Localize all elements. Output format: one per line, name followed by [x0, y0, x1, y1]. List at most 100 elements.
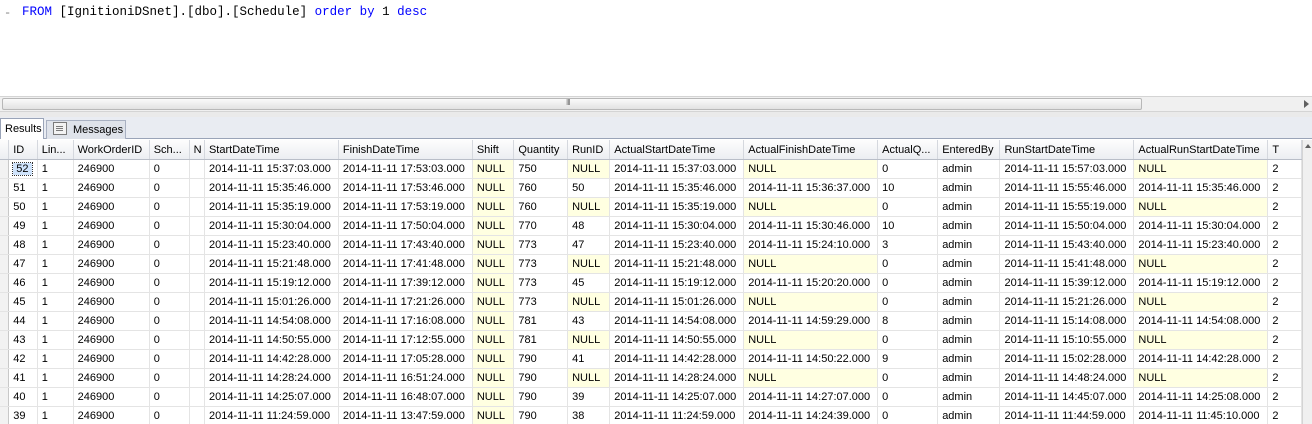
table-row[interactable]: 42 1 246900 0 2014-11-11 14:42:28.000 2014-11…	[0, 349, 1302, 369]
table-cell[interactable]: 781	[513, 311, 569, 331]
table-cell[interactable]: 246900	[73, 216, 150, 236]
row-selector[interactable]	[0, 197, 10, 217]
table-cell[interactable]: 790	[513, 349, 569, 369]
table-cell[interactable]: 2014-11-11 11:24:59.000	[204, 406, 339, 424]
table-cell[interactable]: 44	[8, 311, 38, 331]
table-cell[interactable]: 1	[37, 216, 74, 236]
table-row[interactable]: 43 1 246900 0 2014-11-11 14:50:55.000 2014-11…	[0, 330, 1302, 350]
table-cell[interactable]: 246900	[73, 197, 150, 217]
table-row[interactable]: 39 1 246900 0 2014-11-11 11:24:59.000 2014-11…	[0, 406, 1302, 424]
table-cell[interactable]: 2014-11-11 15:50:04.000	[999, 216, 1135, 236]
table-cell[interactable]: 2014-11-11 14:25:08.000	[1133, 387, 1269, 407]
table-cell[interactable]: 0	[149, 349, 190, 369]
table-row[interactable]: 47 1 246900 0 2014-11-11 15:21:48.000 2014-11…	[0, 254, 1302, 274]
column-header[interactable]: RunStartDateTime	[999, 140, 1135, 160]
table-cell[interactable]: 1	[37, 368, 74, 388]
table-cell[interactable]: NULL	[567, 330, 611, 350]
table-cell[interactable]: 2014-11-11 11:44:59.000	[999, 406, 1135, 424]
table-cell[interactable]: 2	[1267, 216, 1302, 236]
table-row[interactable]: 40 1 246900 0 2014-11-11 14:25:07.000 2014-11…	[0, 387, 1302, 407]
table-cell[interactable]: 3	[877, 235, 939, 255]
table-cell[interactable]: 246900	[73, 387, 150, 407]
table-cell[interactable]: 246900	[73, 349, 150, 369]
table-cell[interactable]: 2014-11-11 16:51:24.000	[338, 368, 473, 388]
column-header[interactable]: WorkOrderID	[73, 140, 150, 160]
results-grid[interactable]: ID Lin... WorkOrderID Sch... N StartDateTime F…	[0, 140, 1302, 424]
table-cell[interactable]: NULL	[472, 311, 515, 331]
row-selector[interactable]	[0, 159, 10, 179]
table-cell[interactable]: 2014-11-11 15:55:46.000	[999, 178, 1135, 198]
table-cell[interactable]: 2	[1267, 292, 1302, 312]
table-cell[interactable]: 773	[513, 292, 569, 312]
table-cell[interactable]: 2014-11-11 15:19:12.000	[1133, 273, 1269, 293]
table-cell[interactable]: 0	[149, 216, 190, 236]
table-cell[interactable]: admin	[937, 159, 1001, 179]
table-cell[interactable]: 43	[567, 311, 611, 331]
table-cell[interactable]: admin	[937, 387, 1001, 407]
table-cell[interactable]: 1	[37, 330, 74, 350]
table-cell[interactable]: admin	[937, 349, 1001, 369]
query-text-line[interactable]: FROM [IgnitioniDSnet].[dbo].[Schedule] o…	[22, 5, 427, 19]
table-cell[interactable]: 246900	[73, 292, 150, 312]
table-cell[interactable]: 2014-11-11 14:50:55.000	[609, 330, 745, 350]
table-cell[interactable]: 47	[8, 254, 38, 274]
table-cell[interactable]: 1	[37, 387, 74, 407]
tab-messages[interactable]: Messages	[46, 120, 126, 139]
table-cell[interactable]: 0	[149, 273, 190, 293]
row-selector[interactable]	[0, 406, 10, 424]
table-cell[interactable]: 2014-11-11 16:48:07.000	[338, 387, 473, 407]
query-editor[interactable]: - FROM [IgnitioniDSnet].[dbo].[Schedule]…	[0, 0, 1312, 96]
column-header[interactable]: StartDateTime	[204, 140, 339, 160]
table-cell[interactable]: 750	[513, 159, 569, 179]
table-cell[interactable]: 2014-11-11 15:37:03.000	[204, 159, 339, 179]
table-cell[interactable]: 2014-11-11 15:01:26.000	[609, 292, 745, 312]
column-header[interactable]: Shift	[472, 140, 515, 160]
table-cell[interactable]: 38	[567, 406, 611, 424]
table-cell[interactable]: 2014-11-11 15:01:26.000	[204, 292, 339, 312]
table-row[interactable]: 49 1 246900 0 2014-11-11 15:30:04.000 2014-11…	[0, 216, 1302, 236]
table-cell[interactable]: 2014-11-11 13:47:59.000	[338, 406, 473, 424]
table-cell[interactable]: 1	[37, 197, 74, 217]
table-cell[interactable]: 2014-11-11 17:16:08.000	[338, 311, 473, 331]
table-cell[interactable]: 39	[567, 387, 611, 407]
table-cell[interactable]: NULL	[1133, 254, 1269, 274]
table-cell[interactable]: 0	[149, 178, 190, 198]
row-selector[interactable]	[0, 235, 10, 255]
table-cell[interactable]: 1	[37, 159, 74, 179]
table-cell[interactable]: NULL	[472, 254, 515, 274]
table-cell[interactable]: 50	[8, 197, 38, 217]
table-cell[interactable]: 0	[877, 197, 939, 217]
scroll-right-arrow-icon[interactable]	[1304, 100, 1309, 108]
table-cell[interactable]: 43	[8, 330, 38, 350]
table-cell[interactable]: 41	[567, 349, 611, 369]
row-selector[interactable]	[0, 216, 10, 236]
table-cell[interactable]: 2014-11-11 15:30:46.000	[743, 216, 879, 236]
table-cell[interactable]: 45	[8, 292, 38, 312]
table-cell[interactable]: NULL	[472, 197, 515, 217]
table-cell[interactable]: 2014-11-11 15:30:04.000	[204, 216, 339, 236]
column-header[interactable]: FinishDateTime	[338, 140, 473, 160]
table-cell[interactable]: 2014-11-11 15:57:03.000	[999, 159, 1135, 179]
column-header[interactable]: Quantity	[513, 140, 569, 160]
table-cell[interactable]: 0	[149, 330, 190, 350]
editor-horizontal-scrollbar[interactable]: III	[0, 96, 1312, 112]
column-header[interactable]: ID	[8, 140, 38, 160]
row-selector[interactable]	[0, 292, 10, 312]
column-header[interactable]: ActualQ...	[877, 140, 939, 160]
table-row[interactable]: 45 1 246900 0 2014-11-11 15:01:26.000 2014-11…	[0, 292, 1302, 312]
table-cell[interactable]: 2014-11-11 14:59:29.000	[743, 311, 879, 331]
table-cell[interactable]: 0	[877, 406, 939, 424]
table-row[interactable]: 41 1 246900 0 2014-11-11 14:28:24.000 2014-11…	[0, 368, 1302, 388]
table-cell[interactable]: NULL	[567, 368, 611, 388]
scrollbar-thumb[interactable]: III	[2, 98, 1142, 110]
table-cell[interactable]	[189, 330, 205, 350]
scroll-up-arrow-icon[interactable]	[1305, 144, 1311, 148]
table-cell[interactable]: 0	[149, 368, 190, 388]
table-cell[interactable]: 2014-11-11 14:42:28.000	[204, 349, 339, 369]
column-header[interactable]: ActualStartDateTime	[609, 140, 745, 160]
table-cell[interactable]: 2014-11-11 15:39:12.000	[999, 273, 1135, 293]
table-cell[interactable]: NULL	[567, 159, 611, 179]
table-cell[interactable]: NULL	[472, 273, 515, 293]
table-cell[interactable]: 2014-11-11 17:53:19.000	[338, 197, 473, 217]
table-cell[interactable]: admin	[937, 197, 1001, 217]
